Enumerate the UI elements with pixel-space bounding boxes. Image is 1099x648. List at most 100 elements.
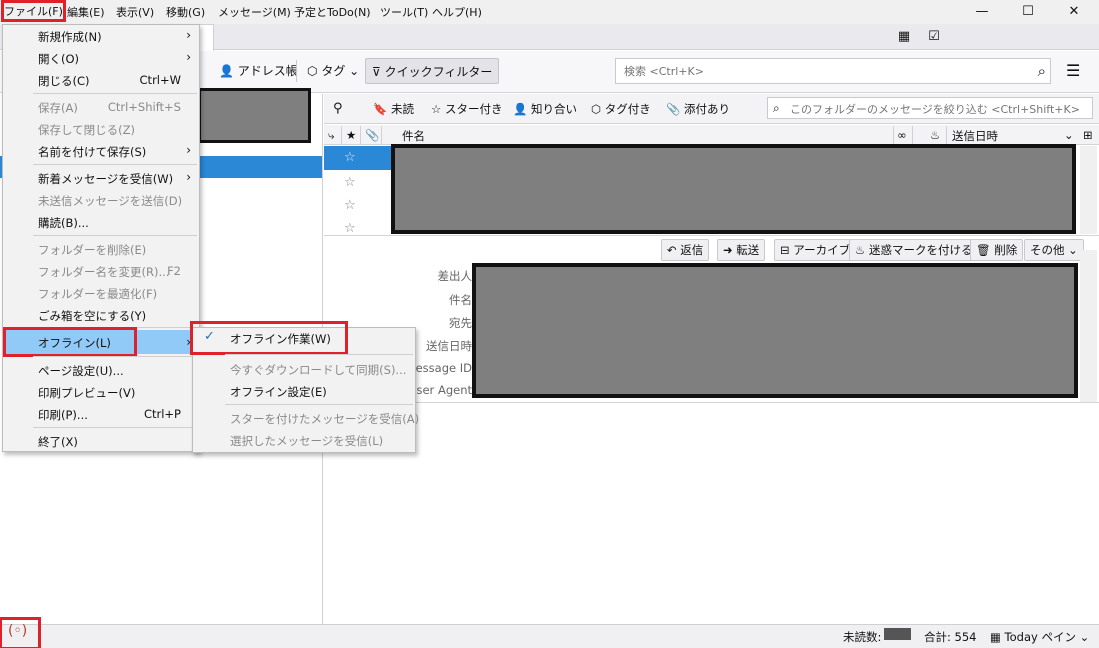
paperclip-icon: 📎 [666,102,681,116]
thread-scrollbar[interactable] [1080,146,1097,234]
tag-button[interactable]: ⬡ タグ ⌄ [301,58,365,84]
redacted-unread-count [884,628,911,640]
forward-button[interactable]: ➜ 転送 [717,239,766,261]
thread-column-icon[interactable]: ⤷ [328,128,334,143]
menu-item-page-setup[interactable]: ページ設定(U)... [3,359,199,381]
filter-tagged-label: タグ付き [604,102,651,116]
menu-item-offline[interactable]: オフライン(L) › [3,327,199,357]
address-book-icon: 👤 [219,64,234,78]
menu-item-print[interactable]: 印刷(P)... Ctrl+P [3,403,199,425]
calendar-icon[interactable]: ▦ [896,29,912,45]
menu-item-rename-folder[interactable]: フォルダー名を変更(R)... F2 [3,260,199,282]
menu-edit[interactable]: 編集(E) [67,4,105,20]
menu-help[interactable]: ヘルプ(H) [432,4,482,20]
menu-events-tasks[interactable]: 予定とToDo(N) [294,4,371,20]
menu-item-save-as[interactable]: 名前を付けて保存(S) › [3,140,199,162]
menu-item-close[interactable]: 閉じる(C) Ctrl+W [3,69,199,91]
fire-icon: ♨ [855,243,866,257]
chevron-right-icon: › [186,170,191,184]
unread-count-label: 未読数: [843,630,882,644]
to-label: 宛先 [449,316,472,330]
menu-message[interactable]: メッセージ(M) [218,4,291,20]
forward-icon: ➜ [723,243,733,257]
folder-filter-box[interactable]: ⌕ [767,97,1093,119]
maximize-button[interactable]: ☐ [1018,4,1038,20]
chevron-down-icon[interactable]: ⌄ [1064,128,1074,142]
menu-item-work-offline[interactable]: ✓ オフライン作業(W) [190,321,348,355]
app-menu-icon[interactable]: ☰ [1066,61,1080,80]
offline-status-button[interactable]: (◦) [0,617,41,648]
filter-tagged-button[interactable]: ⬡ タグ付き [591,100,651,118]
menu-item-save[interactable]: 保存(A) Ctrl+Shift+S [3,96,199,118]
other-actions-button[interactable]: その他 ⌄ [1024,239,1084,261]
menu-item-subscribe[interactable]: 購読(B)... [3,211,199,233]
reply-label: 返信 [680,243,704,257]
menu-item-empty-trash[interactable]: ごみ箱を空にする(Y) [3,304,199,326]
quick-filter-button[interactable]: ⊽ クイックフィルター [365,58,500,84]
table-row[interactable] [324,146,400,170]
other-actions-label: その他 [1030,243,1065,257]
minimize-button[interactable]: — [972,4,992,20]
column-picker-icon[interactable]: ⊞ [1083,128,1093,142]
user-agent-label: User Agent [408,383,472,397]
tag-label: タグ [321,64,346,78]
redacted-thread-list [391,144,1076,234]
menu-go[interactable]: 移動(G) [166,4,205,20]
tag-icon: ⬡ [591,102,602,116]
global-search-box[interactable]: ⌕ [615,58,1051,84]
menu-item-save-close[interactable]: 保存して閉じる(Z) [3,118,199,140]
junk-column-icon[interactable]: ♨ [930,128,940,142]
menu-item-get-starred[interactable]: スターを付けたメッセージを受信(A) [193,407,419,429]
archive-button[interactable]: ⊟ アーカイブ [774,239,857,261]
menu-item-delete-folder[interactable]: フォルダーを削除(E) [3,238,199,260]
filter-attachment-button[interactable]: 📎 添付あり [666,100,730,118]
date-column-header[interactable]: 送信日時 [952,128,998,144]
menu-item-get-messages[interactable]: 新着メッセージを受信(W) › [3,167,199,189]
subject-column-header[interactable]: 件名 [402,128,425,144]
chevron-down-icon: ⌄ [1068,243,1078,257]
menu-item-open[interactable]: 開く(O) › [3,47,199,69]
address-book-button[interactable]: 👤 アドレス帳 [213,58,304,84]
menu-file[interactable]: ファイル(F) [1,0,66,22]
filter-unread-button[interactable]: 🔖 未読 [373,100,414,118]
menu-item-get-selected[interactable]: 選択したメッセージを受信(L) [193,429,415,451]
star-column-icon[interactable]: ★ [346,128,356,142]
menu-item-new[interactable]: 新規作成(N) › [3,25,199,47]
read-status-column-icon[interactable]: ∞ [897,128,907,142]
sticky-pin-icon[interactable]: ⚲ [333,100,343,118]
star-icon[interactable]: ☆ [344,198,356,213]
menu-tools[interactable]: ツール(T) [380,4,428,20]
menu-item-download-sync[interactable]: 今すぐダウンロードして同期(S)... [193,358,415,380]
search-input[interactable] [622,64,1002,79]
toolbar-separator [296,60,297,82]
menubar: ファイル(F) 編集(E) 表示(V) 移動(G) メッセージ(M) 予定とTo… [0,0,1099,24]
filter-starred-button[interactable]: ☆ スター付き [431,100,502,118]
calendar-icon: ▦ [990,630,1001,644]
delete-button[interactable]: 🗑 削除 [970,239,1024,261]
redacted-message-headers [472,263,1078,398]
menu-view[interactable]: 表示(V) [116,4,154,20]
junk-button[interactable]: ♨ 迷惑マークを付ける [849,239,979,261]
menu-item-quit[interactable]: 終了(X) [3,430,199,452]
message-scrollbar[interactable] [1080,250,1097,402]
total-count: 合計: 554 [924,630,977,644]
filter-starred-label: スター付き [444,102,503,116]
filter-contacts-label: 知り合い [530,102,577,116]
folder-filter-input[interactable] [788,102,1088,117]
search-icon[interactable]: ⌕ [1038,62,1046,80]
today-pane-button[interactable]: ▦ Today ペイン ⌄ [990,629,1089,645]
menu-item-offline-settings[interactable]: オフライン設定(E) [193,380,415,402]
reply-button[interactable]: ↶ 返信 [661,239,710,261]
filter-contacts-button[interactable]: 👤 知り合い [513,100,577,118]
star-icon[interactable]: ☆ [344,175,356,190]
star-icon: ☆ [431,102,442,116]
star-icon[interactable]: ☆ [344,150,356,165]
close-window-button[interactable]: ✕ [1064,4,1084,20]
archive-label: アーカイブ [793,243,851,257]
menu-item-print-preview[interactable]: 印刷プレビュー(V) [3,381,199,403]
attachment-column-icon[interactable]: 📎 [365,128,379,142]
menu-item-compact-folder[interactable]: フォルダーを最適化(F) [3,282,199,304]
tasks-icon[interactable]: ☑ [926,29,942,45]
star-icon[interactable]: ☆ [344,221,356,236]
menu-item-send-unsent[interactable]: 未送信メッセージを送信(D) [3,189,199,211]
